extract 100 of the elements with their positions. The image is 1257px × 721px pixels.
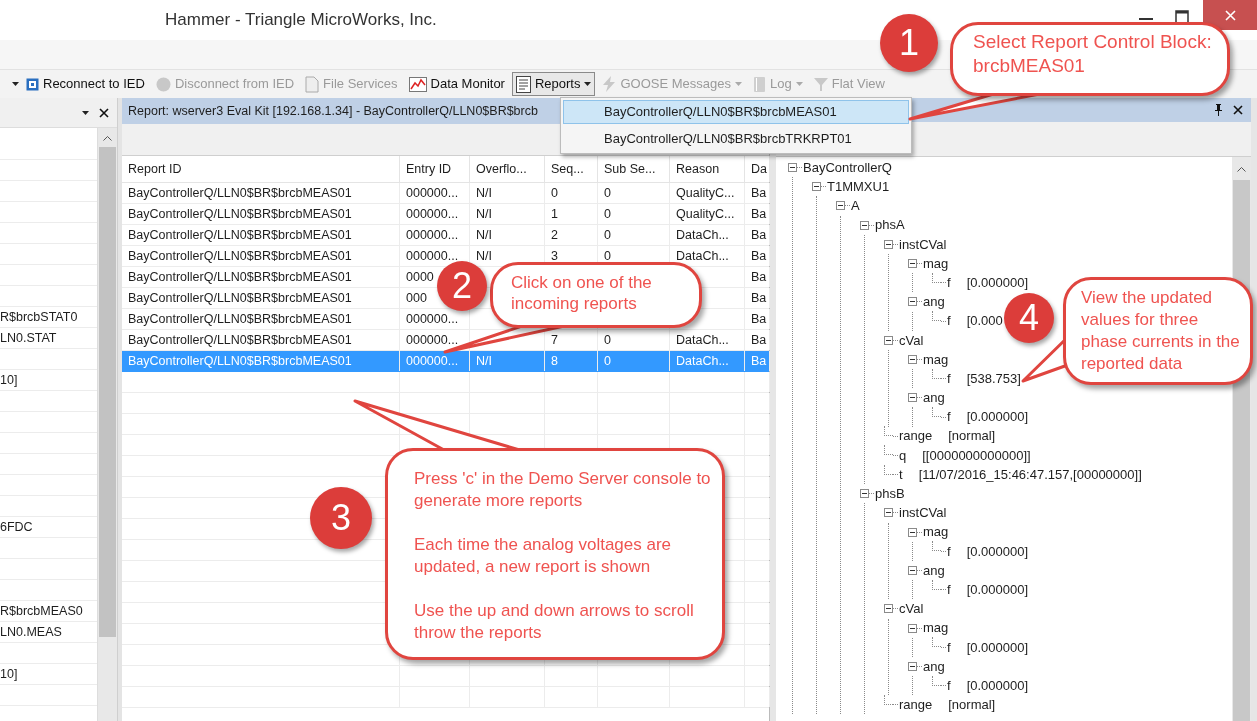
tree-node-label[interactable]: ang [923, 292, 945, 312]
tree-node-label[interactable]: cVal [899, 330, 924, 351]
column-header[interactable]: Entry ID [400, 156, 470, 182]
table-cell-text: QualityC... [676, 205, 735, 223]
close-icon[interactable] [1233, 105, 1243, 115]
collapse-icon[interactable] [812, 182, 821, 192]
callout-text: Each time the analog voltages are updated, a new report is shown [414, 534, 673, 578]
toolbar-button[interactable]: Reports [511, 72, 596, 96]
tree-node-label[interactable]: BayControllerQ [803, 157, 892, 178]
chart-icon [408, 76, 427, 92]
tree-node-label[interactable]: f [947, 311, 951, 331]
report-icon [515, 75, 531, 93]
tree-node-label[interactable]: ang [923, 560, 945, 581]
collapse-icon[interactable] [860, 489, 869, 499]
tree-node-label[interactable]: range [899, 695, 933, 715]
tree-node-label[interactable]: instCVal [899, 234, 947, 255]
column-header[interactable]: Sub Se... [598, 156, 670, 182]
toolbar-button[interactable]: Reconnect to IED [22, 72, 149, 96]
step-number-badge: 4 [1004, 293, 1054, 343]
window-icon [26, 77, 39, 91]
collapse-icon[interactable] [908, 623, 917, 633]
tree-node-value: [11/07/2016_15:46:47.157,[00000000]] [918, 465, 1142, 484]
tree-node-label[interactable]: f [947, 368, 951, 389]
tree-node-label[interactable]: phsA [875, 215, 905, 235]
collapse-icon[interactable] [908, 661, 917, 671]
scroll-up-icon[interactable] [1237, 167, 1246, 172]
collapse-icon[interactable] [908, 354, 917, 364]
column-header[interactable]: Overflo... [470, 156, 545, 182]
column-header[interactable]: Report ID [122, 156, 400, 182]
collapse-icon[interactable] [908, 527, 917, 537]
tree-node-label[interactable]: mag [923, 618, 949, 638]
tree-node-label[interactable]: f [947, 675, 951, 696]
collapse-icon[interactable] [884, 335, 893, 345]
table-row[interactable]: BayControllerQ/LLN0$BR$brcbMEAS01 000000... N/I 2 0 DataCh... Ba [122, 225, 769, 246]
menu-item[interactable]: BayControllerQ/LLN0$BR$brcbMEAS01 [563, 100, 909, 124]
scrollbar-thumb[interactable] [99, 147, 117, 637]
table-cell-text: BayControllerQ/LLN0$BR$brcbMEAS01 [128, 289, 352, 307]
table-cell-text: 3 [551, 247, 558, 265]
tree-node-label[interactable]: f [947, 637, 951, 658]
menu-item[interactable]: BayControllerQ/LLN0$BR$brcbTRKRPT01 [563, 127, 909, 151]
collapse-icon[interactable] [908, 259, 917, 269]
step-number-badge: 2 [437, 261, 487, 311]
collapse-icon[interactable] [908, 393, 917, 403]
tree-node-label[interactable]: A [851, 196, 860, 216]
table-row[interactable]: BayControllerQ/LLN0$BR$brcbMEAS01 000000... N/I 0 0 QualityC... Ba [122, 183, 769, 204]
table-cell-text: 1 [551, 205, 558, 223]
property-value: LN0.MEAS [0, 623, 62, 641]
collapse-icon[interactable] [836, 201, 845, 211]
table-cell-text: 0 [551, 184, 558, 202]
tree-node-label[interactable]: instCVal [899, 503, 947, 523]
property-value: R$brcbSTAT0 [0, 308, 78, 326]
tree-node-label[interactable]: cVal [899, 599, 924, 619]
collapse-icon[interactable] [884, 508, 893, 518]
tree-node-value: [0.000000] [966, 676, 1029, 695]
tree-node-label[interactable]: t [899, 464, 903, 485]
tree-node-label[interactable]: ang [923, 656, 945, 677]
tree-node-label[interactable]: mag [923, 522, 949, 542]
tree-node-label[interactable]: ang [923, 388, 945, 408]
tree-node-label[interactable]: phsB [875, 484, 905, 504]
collapse-icon[interactable] [908, 297, 917, 307]
tree-node-label[interactable]: f [947, 272, 951, 293]
table-cell-text: BayControllerQ/LLN0$BR$brcbMEAS01 [128, 352, 352, 370]
table-cell-text: 0 [604, 352, 611, 370]
table-cell-text: 0 [604, 184, 611, 202]
collapse-icon[interactable] [860, 220, 869, 230]
collapse-icon[interactable] [788, 163, 797, 173]
tree-node-label[interactable]: f [947, 579, 951, 600]
collapse-icon[interactable] [908, 566, 917, 576]
close-button[interactable] [1203, 0, 1257, 30]
table-cell-text: DataCh... [676, 226, 729, 244]
table-cell-text: BayControllerQ/LLN0$BR$brcbMEAS01 [128, 268, 352, 286]
tree-node-value: [normal] [948, 427, 996, 446]
callout-text: Use the up and down arrows to scroll throw the reports [414, 600, 695, 644]
column-header[interactable]: Seq... [545, 156, 598, 182]
tree-node-value: [0.000000] [966, 408, 1029, 427]
table-cell-text: 000000... [406, 331, 459, 349]
close-icon[interactable] [99, 107, 109, 118]
tree-node-label[interactable]: mag [923, 349, 949, 370]
scroll-up-icon[interactable] [103, 136, 113, 141]
collapse-icon[interactable] [884, 604, 893, 614]
tree-node-label[interactable]: range [899, 426, 933, 446]
table-cell-text: 000000... [406, 205, 459, 223]
minimize-icon[interactable] [1139, 18, 1153, 22]
tree-node-label[interactable]: mag [923, 253, 949, 274]
tree-node-value: [0.000000] [966, 542, 1029, 561]
table-row[interactable]: BayControllerQ/LLN0$BR$brcbMEAS01 000000... N/I 1 0 QualityC... Ba [122, 204, 769, 225]
property-value: 6FDC [0, 518, 33, 536]
collapse-icon[interactable] [884, 239, 893, 249]
table-cell-text: BayControllerQ/LLN0$BR$brcbMEAS01 [128, 205, 352, 223]
tree-node-label[interactable]: T1MMXU1 [827, 177, 890, 197]
column-header[interactable]: Reason [670, 156, 745, 182]
tree-node-label[interactable]: f [947, 407, 951, 427]
maximize-icon[interactable] [1175, 10, 1189, 24]
tree-node-label[interactable]: f [947, 541, 951, 562]
table-cell-text: Ba [751, 184, 767, 202]
pin-icon[interactable] [1214, 104, 1223, 116]
table-cell-text: DataCh... [676, 247, 729, 265]
toolbar-button[interactable]: Data Monitor [404, 72, 509, 96]
tree-node-value: [[0000000000000]] [922, 446, 1031, 465]
tree-node-label[interactable]: q [899, 445, 907, 466]
